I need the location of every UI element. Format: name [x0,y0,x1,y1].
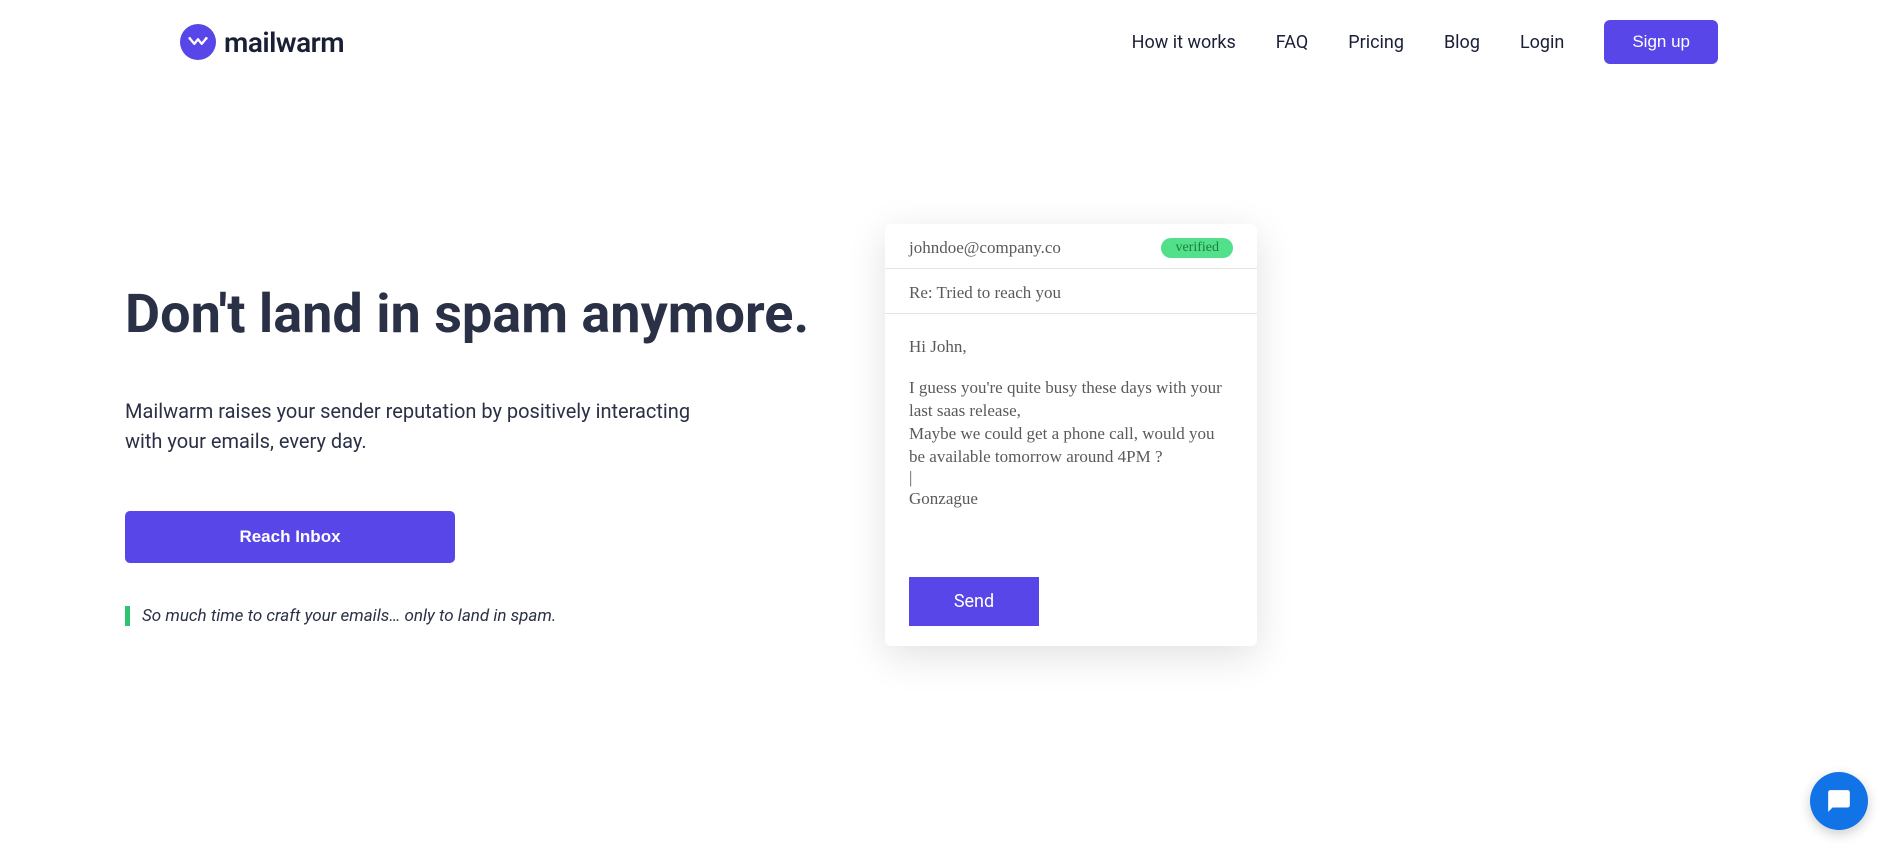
hero-headline: Don't land in spam anymore. [125,284,825,346]
logo[interactable]: mailwarm [180,24,344,60]
tagline-wrap: So much time to craft your emails… only … [125,606,825,626]
signup-button[interactable]: Sign up [1604,20,1718,64]
email-from-row: johndoe@company.co verified [885,224,1257,269]
verified-badge: verified [1161,238,1233,258]
sub-line-2: with your emails, every day. [125,429,367,453]
email-greeting: Hi John, [909,336,1233,359]
email-signature: Gonzague [909,488,1233,511]
email-body-line1: I guess you're quite busy these days wit… [909,377,1233,423]
email-cursor: | [909,469,1233,486]
accent-bar [125,606,130,626]
email-body-line2: Maybe we could get a phone call, would y… [909,423,1233,469]
hero-subheadline: Mailwarm raises your sender reputation b… [125,396,825,456]
hero-tagline: So much time to craft your emails… only … [142,606,556,626]
nav-how-it-works[interactable]: How it works [1132,32,1236,53]
email-from-address: johndoe@company.co [909,238,1061,258]
logo-icon [180,24,216,60]
email-body: Hi John, I guess you're quite busy these… [885,314,1257,529]
page-header: mailwarm How it works FAQ Pricing Blog L… [0,0,1898,84]
sub-line-1: Mailwarm raises your sender reputation b… [125,399,690,423]
email-compose-card: johndoe@company.co verified Re: Tried to… [885,224,1257,646]
hero-left: Don't land in spam anymore. Mailwarm rai… [125,224,825,646]
chat-icon [1826,788,1852,814]
send-button[interactable]: Send [909,577,1039,626]
nav-faq[interactable]: FAQ [1276,32,1308,53]
nav-pricing[interactable]: Pricing [1348,32,1404,53]
nav-blog[interactable]: Blog [1444,32,1480,53]
hero-section: Don't land in spam anymore. Mailwarm rai… [0,84,1898,646]
nav-login[interactable]: Login [1520,32,1564,53]
email-subject-row: Re: Tried to reach you [885,269,1257,314]
main-nav: How it works FAQ Pricing Blog Login Sign… [1132,20,1718,64]
hero-right: johndoe@company.co verified Re: Tried to… [885,224,1257,646]
chat-widget-button[interactable] [1810,772,1868,830]
logo-text: mailwarm [224,26,344,59]
reach-inbox-button[interactable]: Reach Inbox [125,511,455,563]
email-subject-text: Re: Tried to reach you [909,283,1061,303]
